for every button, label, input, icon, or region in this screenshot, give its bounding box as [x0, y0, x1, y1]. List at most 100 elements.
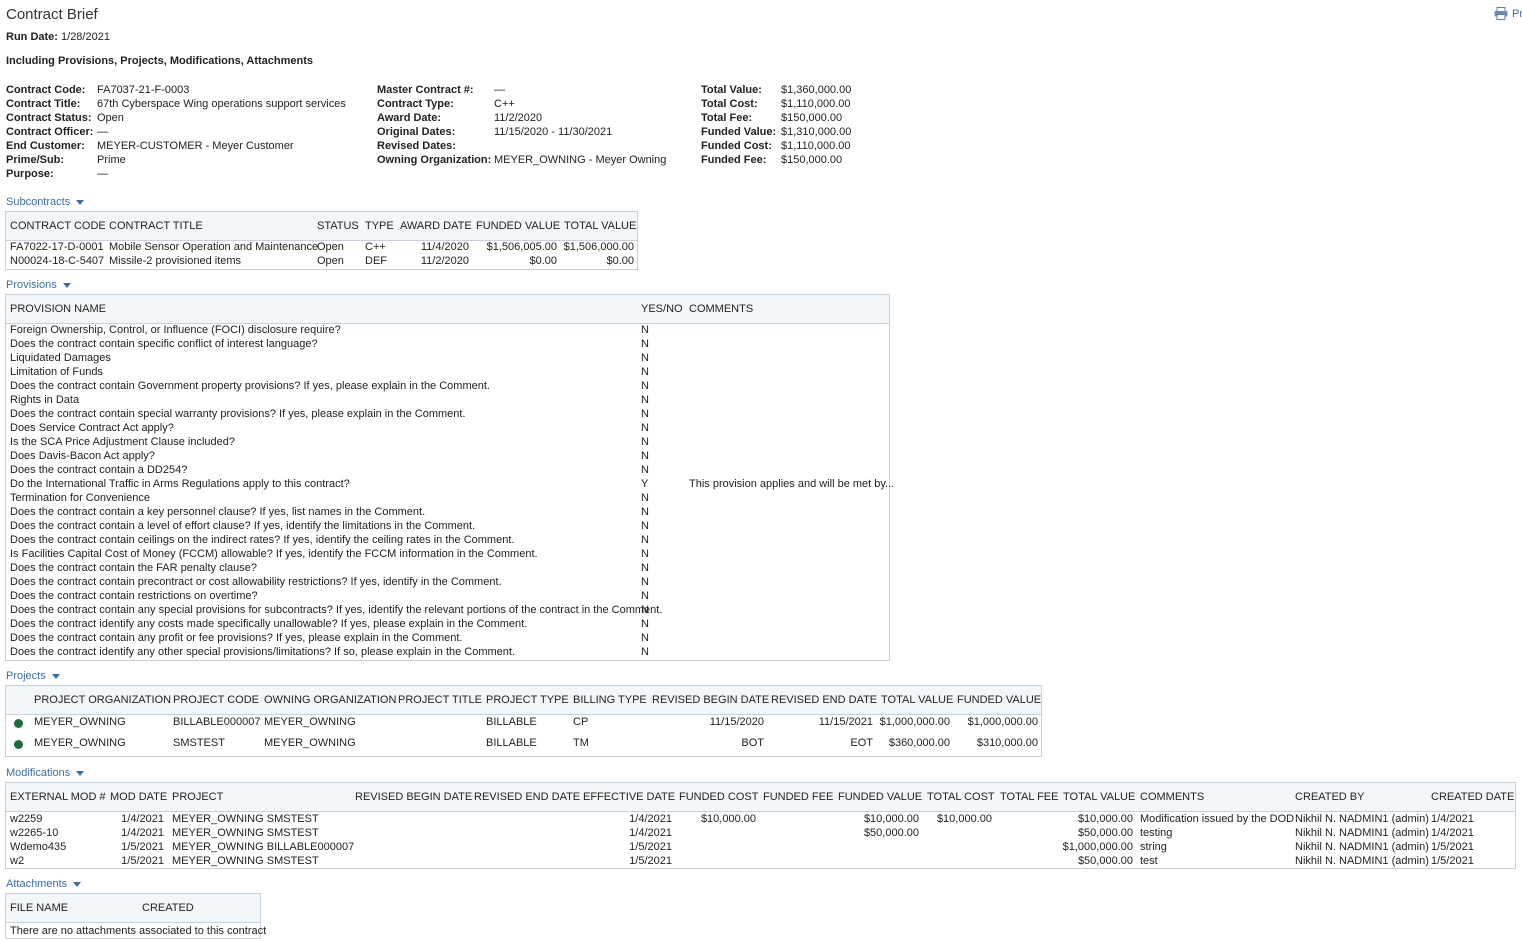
table-cell: string	[1140, 841, 1167, 853]
table-cell: N	[641, 618, 649, 630]
summary-field: Owning Organization: MEYER_OWNING - Meyer…	[377, 153, 666, 167]
column-header: PROJECT CODE	[173, 694, 259, 706]
section-toggle-subcontracts[interactable]: Subcontracts	[6, 196, 85, 208]
column-header: TOTAL FEE	[1000, 791, 1059, 803]
table-cell: N	[641, 590, 649, 602]
summary-field: Award Date: 11/2/2020	[377, 111, 666, 125]
column-header: STATUS	[317, 220, 359, 232]
table-cell: MEYER_OWNING	[264, 737, 356, 749]
table-cell: testing	[1140, 827, 1173, 839]
table-cell: Does the contract contain a key personne…	[10, 506, 426, 518]
table-header: EXTERNAL MOD # MOD DATE PROJECT REVISED BEG…	[6, 783, 1515, 812]
summary-field-label: Contract Title:	[6, 98, 81, 110]
table-cell: Does the contract contain special warran…	[10, 408, 466, 420]
column-header: TOTAL VALUE	[881, 694, 954, 706]
table-cell: This provision applies and will be met b…	[689, 478, 895, 490]
summary-field-value: Open	[97, 112, 124, 124]
summary-field-label: Original Dates:	[377, 126, 456, 138]
table-cell: Nikhil N. NADMIN1 (admin)	[1295, 813, 1429, 825]
table-cell: Missile-2 provisioned items	[109, 255, 242, 267]
table-cell: 11/15/2020	[709, 716, 764, 728]
table-cell: 1/5/2021	[629, 841, 672, 853]
table-cell: Does the contract contain any special pr…	[10, 604, 663, 616]
table-cell: N	[641, 464, 649, 476]
table-cell: N	[641, 366, 649, 378]
table-cell: N	[641, 632, 649, 644]
summary-field-value: FA7037-21-F-0003	[97, 84, 190, 96]
summary-field-label: Funded Fee:	[701, 154, 767, 166]
table-cell: Open	[317, 255, 344, 267]
table-cell: $10,000.00	[936, 813, 992, 825]
table-cell: N	[641, 338, 649, 350]
table-cell: Does the contract contain a DD254?	[10, 464, 188, 476]
summary-field-label: Award Date:	[377, 112, 441, 124]
column-header: CREATED DATE	[1431, 791, 1515, 803]
table-cell: N	[641, 548, 649, 560]
table-cell: N	[641, 492, 649, 504]
column-header: AWARD DATE	[400, 220, 472, 232]
section-toggle-modifications[interactable]: Modifications	[6, 767, 85, 779]
table-cell: 1/5/2021	[629, 855, 672, 867]
summary-field-value: $150,000.00	[781, 154, 843, 166]
provisions-label: Provisions	[6, 279, 57, 291]
table-cell: Is the SCA Price Adjustment Clause inclu…	[10, 436, 236, 448]
table-cell: Does the contract contain specific confl…	[10, 338, 318, 350]
table-cell: Does the contract contain the FAR penalt…	[10, 562, 258, 574]
table-cell: Termination for Convenience	[10, 492, 151, 504]
table-cell: N	[641, 408, 649, 420]
table-cell: $310,000.00	[976, 737, 1038, 749]
column-header: REVISED END DATE	[474, 791, 581, 803]
table-cell: N	[641, 450, 649, 462]
section-toggle-provisions[interactable]: Provisions	[6, 279, 71, 291]
column-header: FUNDED VALUE	[838, 791, 923, 803]
table-cell: BILLABLE	[486, 716, 537, 728]
summary-field: Funded Cost: $1,110,000.00	[701, 139, 851, 153]
modifications-table: EXTERNAL MOD # MOD DATE PROJECT REVISED BEG…	[5, 782, 1516, 869]
print-button[interactable]: Pr	[1494, 7, 1522, 20]
table-cell: TM	[573, 737, 589, 749]
table-cell: Nikhil N. NADMIN1 (admin)	[1295, 841, 1429, 853]
table-cell: N	[641, 506, 649, 518]
column-header: FUNDED COST	[679, 791, 759, 803]
column-header: FUNDED FEE	[763, 791, 834, 803]
summary-field-label: Owning Organization:	[377, 154, 492, 166]
column-header: PROVISION NAME	[10, 303, 106, 315]
column-header: EFFECTIVE DATE	[583, 791, 676, 803]
summary-field: Contract Title: 67th Cyberspace Wing oper…	[6, 97, 346, 111]
table-cell: N	[641, 422, 649, 434]
table-cell: 1/4/2021	[121, 813, 164, 825]
column-header: TYPE	[365, 220, 394, 232]
table-cell: MEYER_OWNING SMSTEST	[172, 827, 319, 839]
provisions-table: PROVISION NAME YES/NO COMMENTS Foreign Owne…	[5, 294, 894, 661]
table-cell: 1/4/2021	[1431, 827, 1474, 839]
table-cell: Is Facilities Capital Cost of Money (FCC…	[10, 548, 538, 560]
table-header: FILE NAME CREATED	[6, 894, 260, 923]
summary-field: Prime/Sub: Prime	[6, 153, 346, 167]
table-cell: Does the contract contain precontract or…	[10, 576, 502, 588]
section-toggle-projects[interactable]: Projects	[6, 670, 60, 682]
table-cell: BILLABLE000007	[173, 716, 261, 728]
table-cell: $10,000.00	[1077, 813, 1133, 825]
table-cell: N	[641, 520, 649, 532]
table-cell: 1/4/2021	[121, 827, 164, 839]
table-cell: Limitation of Funds	[10, 366, 103, 378]
column-header: FUNDED VALUE	[957, 694, 1042, 706]
table-header: CONTRACT CODE CONTRACT TITLE STATUS TYPE AWA…	[6, 212, 637, 241]
table-cell: 1/5/2021	[1431, 841, 1474, 853]
attachments-table: FILE NAME CREATED There are no attachment…	[5, 893, 266, 939]
section-toggle-attachments[interactable]: Attachments	[6, 878, 82, 890]
table-cell: BILLABLE	[486, 737, 537, 749]
table-cell: Rights in Data	[10, 394, 80, 406]
table-cell: Does the contract identify any other spe…	[10, 646, 516, 658]
summary-field: Contract Status: Open	[6, 111, 346, 125]
summary-field-value: Prime	[97, 154, 126, 166]
summary-field-value: C++	[494, 98, 515, 110]
column-header: CREATED BY	[1295, 791, 1365, 803]
status-dot-icon	[14, 740, 23, 749]
report-scope: Including Provisions, Projects, Modifica…	[6, 55, 314, 67]
table-cell: CP	[573, 716, 589, 728]
summary-field: Contract Code: FA7037-21-F-0003	[6, 83, 346, 97]
summary-field-value: MEYER_OWNING - Meyer Owning	[494, 154, 667, 166]
table-cell: Do the International Traffic in Arms Reg…	[10, 478, 350, 490]
table-header: PROVISION NAME YES/NO COMMENTS	[6, 295, 889, 324]
